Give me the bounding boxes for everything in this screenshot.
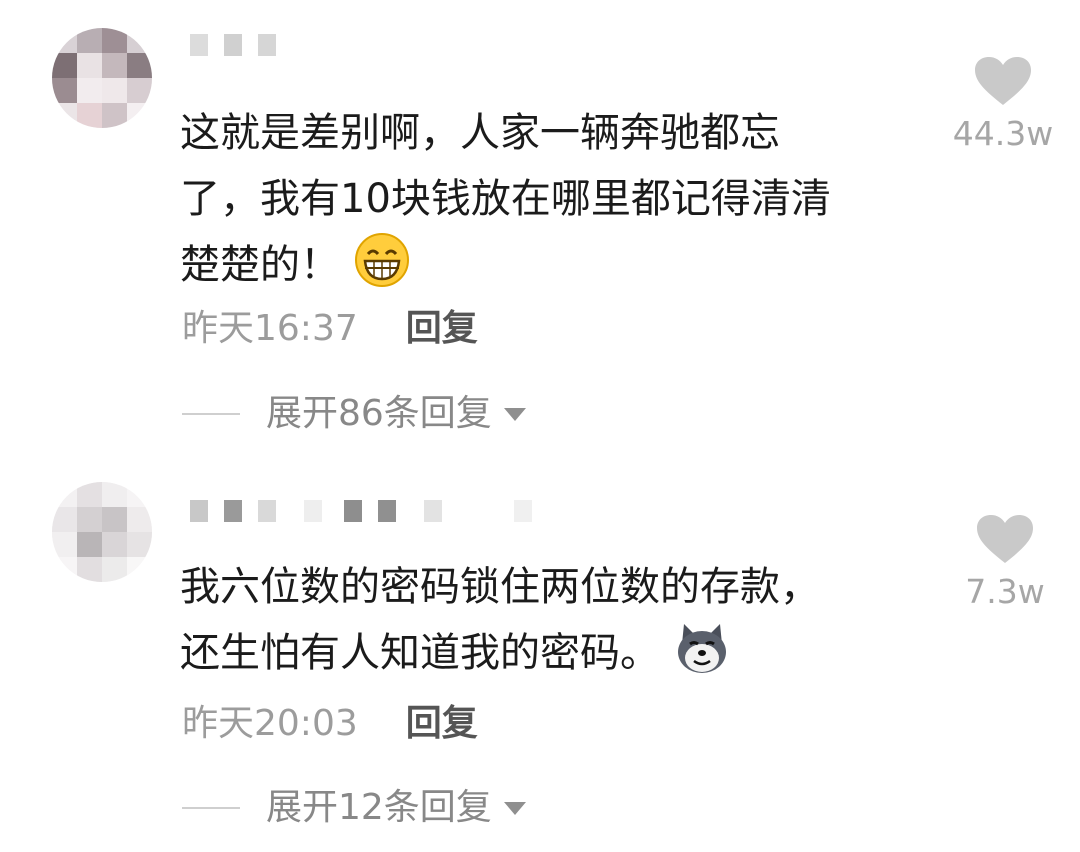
comment-text: 这就是差别啊，人家一辆奔驰都忘 了，我有10块钱放在哪里都记得清清 楚楚的！	[180, 100, 920, 308]
username-blurred[interactable]	[184, 26, 604, 70]
like-count: 7.3w	[965, 572, 1045, 611]
avatar[interactable]	[52, 28, 152, 128]
reply-button[interactable]: 回复	[406, 308, 478, 349]
comment-text-line: 楚楚的！	[180, 232, 920, 308]
reply-button[interactable]: 回复	[406, 703, 478, 744]
comment-time: 昨天16:37	[182, 308, 358, 349]
heart-icon	[975, 57, 1031, 105]
expand-replies-label: 展开12条回复	[266, 787, 492, 828]
like-button[interactable]: 44.3w	[948, 56, 1058, 154]
avatar[interactable]	[52, 482, 152, 582]
divider-line	[182, 807, 240, 809]
comment-text: 我六位数的密码锁住两位数的存款， 还生怕有人知道我的密码。	[180, 554, 920, 696]
expand-replies-button[interactable]: 展开86条回复	[182, 390, 526, 438]
expand-replies-button[interactable]: 展开12条回复	[182, 784, 526, 832]
comment-text-line: 我六位数的密码锁住两位数的存款，	[180, 564, 820, 610]
expand-replies-label: 展开86条回复	[266, 393, 492, 434]
grinning-face-emoji	[354, 232, 410, 308]
comment-meta: 昨天20:03 回复	[182, 700, 478, 748]
doge-wolf-emoji	[674, 620, 730, 696]
divider-line	[182, 413, 240, 415]
caret-down-icon	[503, 801, 526, 815]
comment-meta: 昨天16:37 回复	[182, 305, 478, 353]
like-count: 44.3w	[952, 114, 1054, 153]
username-blurred[interactable]	[184, 492, 604, 536]
like-button[interactable]: 7.3w	[960, 514, 1050, 612]
caret-down-icon	[503, 407, 526, 421]
comment-text-line: 这就是差别啊，人家一辆奔驰都忘	[180, 110, 780, 156]
heart-icon	[977, 515, 1033, 563]
comment-text-line: 还生怕有人知道我的密码。	[180, 620, 920, 696]
comment-time: 昨天20:03	[182, 703, 358, 744]
comment-text-line: 了，我有10块钱放在哪里都记得清清	[180, 176, 831, 222]
